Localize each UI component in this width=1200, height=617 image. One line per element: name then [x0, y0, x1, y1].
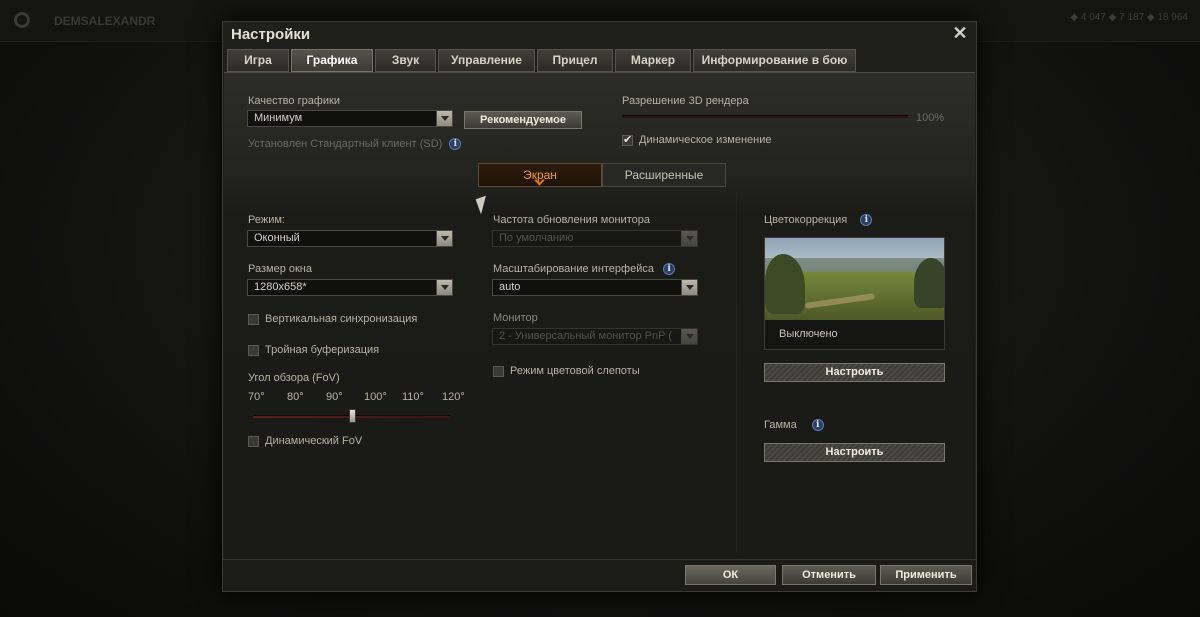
graphics-panel: Качество графики Минимум Рекомендуемое У…	[224, 72, 975, 560]
chevron-down-icon	[681, 329, 697, 344]
settings-dialog: Настройки ✕ Игра Графика Звук Управление…	[222, 21, 977, 592]
refresh-rate-value: По умолчанию	[499, 232, 574, 244]
client-note-text: Установлен Стандартный клиент (SD)	[248, 138, 443, 150]
apply-button[interactable]: Применить	[880, 565, 972, 585]
tab-sound[interactable]: Звук	[375, 49, 436, 72]
dialog-footer: ОК Отменить Применить	[223, 559, 976, 591]
quality-select[interactable]: Минимум	[247, 110, 453, 127]
triple-buffering-checkbox[interactable]: Тройная буферизация	[248, 344, 379, 356]
chevron-down-icon	[436, 111, 452, 126]
window-size-select[interactable]: 1280x658*	[247, 279, 453, 296]
colorblind-checkbox[interactable]: Режим цветовой слепоты	[493, 365, 640, 377]
mode-value: Оконный	[254, 232, 300, 244]
monitor-select: 2 - Универсальный монитор PnP (	[492, 328, 698, 345]
chevron-down-icon	[681, 280, 697, 295]
tab-sight[interactable]: Прицел	[537, 49, 613, 72]
dynamic-resolution-checkbox[interactable]: Динамическое изменение	[622, 133, 772, 146]
fov-tick: 100°	[364, 391, 387, 403]
subtab-advanced[interactable]: Расширенные	[602, 163, 726, 187]
color-correction-configure-button[interactable]: Настроить	[764, 363, 945, 382]
preview-caption: Выключено	[765, 320, 944, 349]
triple-buffering-label: Тройная буферизация	[265, 344, 380, 356]
dynamic-resolution-label: Динамическое изменение	[639, 134, 772, 146]
fov-slider-handle[interactable]	[348, 409, 356, 423]
info-icon[interactable]: i	[663, 263, 676, 276]
monitor-label: Монитор	[493, 312, 538, 324]
fov-tick: 90°	[326, 391, 343, 403]
chevron-down-icon	[436, 280, 452, 295]
column-divider	[736, 193, 737, 553]
tab-controls[interactable]: Управление	[438, 49, 535, 72]
checkbox-icon	[248, 313, 259, 325]
gear-icon	[14, 12, 30, 28]
tab-battle-notifications[interactable]: Информирование в бою	[693, 49, 856, 72]
info-icon[interactable]: i	[811, 419, 824, 432]
recommended-button[interactable]: Рекомендуемое	[464, 111, 582, 129]
render-resolution-label: Разрешение 3D рендера	[622, 95, 749, 107]
vsync-label: Вертикальная синхронизация	[265, 313, 418, 325]
graphics-subtabs: Экран Расширенные	[478, 163, 726, 187]
colorblind-label: Режим цветовой слепоты	[510, 365, 640, 377]
render-resolution-value: 100%	[916, 112, 945, 124]
checkbox-icon	[248, 344, 259, 356]
color-correction-label: Цветокоррекция i	[764, 214, 873, 227]
mode-label: Режим:	[248, 214, 285, 226]
fov-tick: 80°	[287, 391, 304, 403]
gamma-configure-button[interactable]: Настроить	[764, 443, 945, 462]
dialog-title: Настройки	[231, 26, 311, 43]
gamma-label-text: Гамма	[764, 419, 797, 431]
ui-scaling-select[interactable]: auto	[492, 279, 698, 296]
subtab-screen[interactable]: Экран	[478, 163, 602, 187]
settings-tabs: Игра Графика Звук Управление Прицел Марк…	[227, 49, 858, 72]
checkbox-icon	[248, 435, 259, 447]
vsync-checkbox[interactable]: Вертикальная синхронизация	[248, 313, 417, 325]
dynamic-fov-checkbox[interactable]: Динамический FoV	[248, 435, 362, 447]
render-resolution-slider[interactable]	[622, 115, 908, 118]
ui-scaling-label-text: Масштабирование интерфейса	[493, 263, 654, 275]
fov-ticks: 70° 80° 90° 100° 110° 120°	[248, 391, 465, 403]
info-icon[interactable]: i	[860, 214, 873, 227]
dynamic-fov-label: Динамический FoV	[265, 435, 363, 447]
refresh-rate-select: По умолчанию	[492, 230, 698, 247]
tab-graphics[interactable]: Графика	[291, 49, 373, 72]
ok-button[interactable]: ОК	[685, 565, 776, 585]
window-size-value: 1280x658*	[254, 281, 307, 293]
quality-value: Минимум	[254, 112, 303, 124]
ui-scaling-label: Масштабирование интерфейса i	[493, 263, 676, 276]
fov-tick: 70°	[248, 391, 265, 403]
quality-label: Качество графики	[248, 95, 340, 107]
tab-game[interactable]: Игра	[227, 49, 289, 72]
fov-tick: 120°	[442, 391, 465, 403]
mode-select[interactable]: Оконный	[247, 230, 453, 247]
background-player-name: DEMSALEXANDR	[54, 14, 156, 28]
refresh-rate-label: Частота обновления монитора	[493, 214, 650, 226]
close-icon[interactable]: ✕	[950, 23, 970, 43]
monitor-value: 2 - Универсальный монитор PnP (	[499, 330, 672, 342]
chevron-down-icon	[436, 231, 452, 246]
window-size-label: Размер окна	[248, 263, 312, 275]
ui-scaling-value: auto	[499, 281, 521, 293]
background-stats: ◆ 4 047 ◆ 7 187 ◆ 18 964	[1070, 12, 1188, 23]
checkbox-checked-icon	[622, 133, 633, 146]
color-correction-preview[interactable]: Выключено	[764, 237, 945, 350]
tab-marker[interactable]: Маркер	[615, 49, 691, 72]
cancel-button[interactable]: Отменить	[782, 565, 876, 585]
checkbox-icon	[493, 365, 504, 377]
chevron-down-icon	[681, 231, 697, 246]
fov-tick: 110°	[402, 391, 424, 403]
fov-label: Угол обзора (FoV)	[248, 372, 340, 384]
client-note: Установлен Стандартный клиент (SD) i	[248, 138, 462, 151]
gamma-label: Гамма i	[764, 419, 824, 432]
color-correction-label-text: Цветокоррекция	[764, 214, 848, 226]
info-icon[interactable]: i	[449, 138, 462, 151]
preview-tree	[914, 258, 944, 308]
